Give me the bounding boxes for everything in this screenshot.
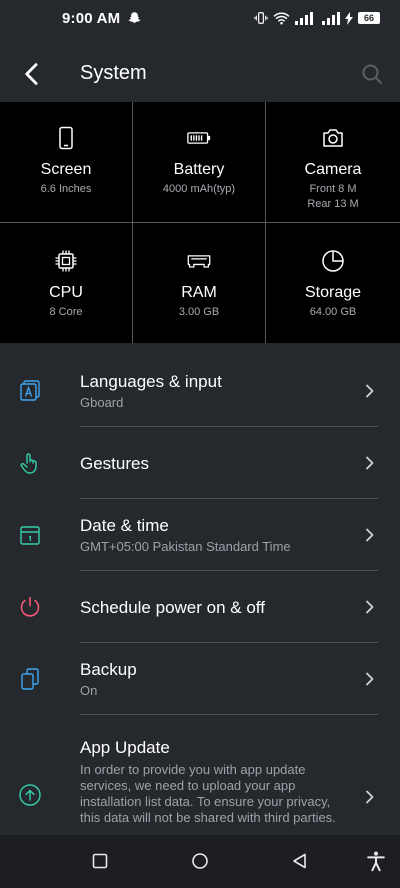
spec-value-secondary: Rear 13 M [307,198,359,210]
settings-list: Languages & input Gboard Gestures Date &… [0,355,400,835]
setting-app-update[interactable]: App Update In order to provide you with … [18,715,378,835]
chevron-right-icon [366,672,374,686]
battery-icon [187,132,211,144]
setting-subtitle: GMT+05:00 Pakistan Standard Time [80,539,291,554]
spec-cpu[interactable]: CPU 8 Core [0,223,133,343]
spec-screen[interactable]: Screen 6.6 Inches [0,102,133,223]
language-icon [20,380,40,401]
spec-title: Camera [304,161,362,178]
phone-screen-icon [59,126,73,150]
chevron-right-icon [366,790,374,804]
chevron-right-icon [366,528,374,542]
app-bar: System [0,44,400,104]
spec-title: Storage [304,284,362,301]
spec-value: Front 8 M [309,183,357,195]
power-icon [20,596,40,617]
camera-icon [323,129,343,147]
setting-title: App Update [80,738,170,757]
back-nav-button[interactable] [290,851,310,871]
device-spec-grid: Screen 6.6 Inches Battery 4000 mAh(typ) … [0,102,400,343]
setting-backup[interactable]: Backup On [18,643,378,715]
status-time: 9:00 AM [62,9,121,27]
setting-title: Languages & input [80,372,222,391]
navigation-bar [0,835,400,888]
battery-level: 66 [358,12,380,24]
spec-storage[interactable]: Storage 64.00 GB [266,223,400,343]
spec-title: RAM [181,284,217,301]
update-arrow-icon [19,784,41,806]
spec-battery[interactable]: Battery 4000 mAh(typ) [133,102,266,223]
chevron-right-icon [366,600,374,614]
vibrate-icon [254,12,268,24]
setting-subtitle: In order to provide you with app update … [80,762,336,825]
calendar-icon [20,526,40,545]
page-title: System [80,62,147,84]
setting-languages-input[interactable]: Languages & input Gboard [18,355,378,427]
home-button[interactable] [190,851,210,871]
gesture-hand-icon [20,453,37,474]
spec-value: 3.00 GB [178,306,220,318]
spec-title: CPU [49,284,83,301]
chevron-right-icon [366,384,374,398]
signal-strength-icon [295,11,313,25]
storage-pie-icon [322,250,344,272]
spec-title: Screen [40,161,92,178]
spec-value: 6.6 Inches [40,183,92,195]
back-button[interactable] [18,60,46,88]
accessibility-button[interactable] [365,850,387,872]
spec-camera[interactable]: Camera Front 8 M Rear 13 M [266,102,400,223]
spec-value: 8 Core [49,306,83,318]
setting-title: Gestures [80,453,149,473]
setting-title: Schedule power on & off [80,597,265,617]
spec-title: Battery [173,161,225,178]
setting-date-time[interactable]: Date & time GMT+05:00 Pakistan Standard … [18,499,378,571]
charging-bolt-icon [345,11,353,25]
chevron-right-icon [366,456,374,470]
spec-value: 64.00 GB [309,306,357,318]
setting-subtitle: On [80,683,98,698]
search-button[interactable] [360,62,384,86]
cpu-chip-icon [55,250,77,272]
setting-title: Date & time [80,516,169,535]
spec-value: 4000 mAh(typ) [162,183,236,195]
setting-gestures[interactable]: Gestures [18,427,378,499]
backup-phones-icon [21,668,39,690]
setting-schedule-power[interactable]: Schedule power on & off [18,571,378,643]
snapchat-notification-icon [128,11,141,23]
wifi-icon [273,12,290,25]
signal-strength-2-icon [322,11,340,25]
status-bar: 9:00 AM 66 [0,0,400,36]
status-icons: 66 [254,11,380,25]
ram-module-icon [187,255,211,268]
setting-subtitle: Gboard [80,395,124,410]
setting-title: Backup [80,660,137,679]
spec-ram[interactable]: RAM 3.00 GB [133,223,266,343]
recent-apps-button[interactable] [90,851,110,871]
